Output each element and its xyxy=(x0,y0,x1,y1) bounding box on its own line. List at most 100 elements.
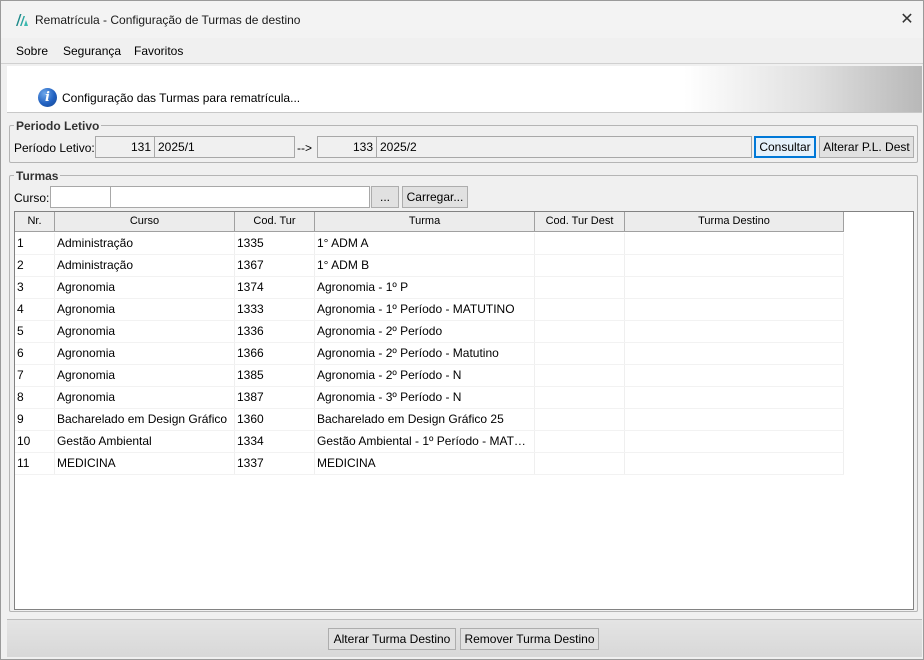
cell-cod-tur: 1374 xyxy=(235,277,315,298)
cell-turma-destino[interactable] xyxy=(625,387,844,408)
cell-cod-tur-dest[interactable] xyxy=(535,321,625,342)
periodo-letivo-label: Período Letivo: xyxy=(14,141,95,155)
table-row[interactable]: 8 Agronomia 1387 Agronomia - 3º Período - N xyxy=(15,387,844,409)
cell-turma-destino[interactable] xyxy=(625,255,844,276)
table-row[interactable]: 6 Agronomia 1366 Agronomia - 2º Período - M… xyxy=(15,343,844,365)
cell-nr: 2 xyxy=(15,255,55,276)
cell-cod-tur-dest[interactable] xyxy=(535,277,625,298)
cell-turma-destino[interactable] xyxy=(625,431,844,452)
info-icon: i xyxy=(38,88,57,107)
cell-curso: Agronomia xyxy=(55,343,235,364)
cell-curso: Agronomia xyxy=(55,387,235,408)
cell-cod-tur: 1336 xyxy=(235,321,315,342)
source-period-name-field[interactable]: 2025/1 xyxy=(154,136,295,158)
cell-curso: Agronomia xyxy=(55,277,235,298)
cell-turma: Gestão Ambiental - 1º Período - MATUTINO xyxy=(315,431,535,452)
turmas-grid[interactable]: Nr. Curso Cod. Tur Turma Cod. Tur Dest T… xyxy=(14,211,914,610)
cell-nr: 7 xyxy=(15,365,55,386)
title-bar: Rematrícula - Configuração de Turmas de … xyxy=(1,1,923,38)
cell-turma: 1° ADM B xyxy=(315,255,535,276)
cell-curso: Agronomia xyxy=(55,299,235,320)
cell-turma: Agronomia - 2º Período xyxy=(315,321,535,342)
cell-nr: 10 xyxy=(15,431,55,452)
grid-header: Nr. Curso Cod. Tur Turma Cod. Tur Dest T… xyxy=(15,212,844,232)
table-row[interactable]: 7 Agronomia 1385 Agronomia - 2º Período - N xyxy=(15,365,844,387)
cell-turma-destino[interactable] xyxy=(625,233,844,254)
table-row[interactable]: 10 Gestão Ambiental 1334 Gestão Ambiental -… xyxy=(15,431,844,453)
banner-text: Configuração das Turmas para rematrícula… xyxy=(62,91,301,105)
cell-cod-tur-dest[interactable] xyxy=(535,255,625,276)
cell-cod-tur: 1334 xyxy=(235,431,315,452)
cell-cod-tur: 1337 xyxy=(235,453,315,474)
cell-turma-destino[interactable] xyxy=(625,409,844,430)
source-period-code-field[interactable]: 131 xyxy=(95,136,155,158)
column-header-cod-tur[interactable]: Cod. Tur xyxy=(235,212,315,232)
cell-turma-destino[interactable] xyxy=(625,321,844,342)
cell-cod-tur-dest[interactable] xyxy=(535,431,625,452)
cell-cod-tur: 1387 xyxy=(235,387,315,408)
cell-nr: 8 xyxy=(15,387,55,408)
period-arrow: --> xyxy=(297,141,312,155)
cell-turma: Agronomia - 1º Período - MATUTINO xyxy=(315,299,535,320)
cell-cod-tur-dest[interactable] xyxy=(535,233,625,254)
cell-nr: 4 xyxy=(15,299,55,320)
cell-turma-destino[interactable] xyxy=(625,343,844,364)
cell-turma: MEDICINA xyxy=(315,453,535,474)
curso-label: Curso: xyxy=(14,191,50,205)
window-title: Rematrícula - Configuração de Turmas de … xyxy=(35,13,301,27)
menu-sobre[interactable]: Sobre xyxy=(16,44,48,58)
table-row[interactable]: 4 Agronomia 1333 Agronomia - 1º Período - M… xyxy=(15,299,844,321)
dest-period-name-field[interactable]: 2025/2 xyxy=(376,136,752,158)
table-row[interactable]: 3 Agronomia 1374 Agronomia - 1º P xyxy=(15,277,844,299)
cell-turma: Agronomia - 2º Período - N xyxy=(315,365,535,386)
cell-cod-tur-dest[interactable] xyxy=(535,299,625,320)
cell-curso: Gestão Ambiental xyxy=(55,431,235,452)
cell-nr: 6 xyxy=(15,343,55,364)
cell-turma: Agronomia - 2º Período - Matutino xyxy=(315,343,535,364)
turmas-legend: Turmas xyxy=(14,169,61,183)
cell-cod-tur-dest[interactable] xyxy=(535,387,625,408)
menu-favoritos[interactable]: Favoritos xyxy=(134,44,183,58)
menu-seguranca[interactable]: Segurança xyxy=(63,44,121,58)
alterar-pl-dest-button[interactable]: Alterar P.L. Dest xyxy=(819,136,914,158)
footer-bar: Alterar Turma Destino Remover Turma Dest… xyxy=(7,619,922,657)
close-button[interactable]: ✕ xyxy=(897,11,917,29)
cell-curso: Agronomia xyxy=(55,321,235,342)
menu-bar: Sobre Segurança Favoritos xyxy=(1,38,923,64)
app-logo-icon xyxy=(16,14,28,26)
cell-cod-tur-dest[interactable] xyxy=(535,365,625,386)
remover-turma-destino-button[interactable]: Remover Turma Destino xyxy=(460,628,599,650)
grid-body: 1 Administração 1335 1° ADM A 2 Administraçã… xyxy=(15,233,844,475)
table-row[interactable]: 5 Agronomia 1336 Agronomia - 2º Período xyxy=(15,321,844,343)
cell-cod-tur: 1366 xyxy=(235,343,315,364)
cell-cod-tur-dest[interactable] xyxy=(535,343,625,364)
table-row[interactable]: 9 Bacharelado em Design Gráfico 1360 Bachar… xyxy=(15,409,844,431)
column-header-turma-destino[interactable]: Turma Destino xyxy=(625,212,844,232)
periodo-letivo-legend: Periodo Letivo xyxy=(14,119,102,133)
cell-turma-destino[interactable] xyxy=(625,365,844,386)
consultar-button[interactable]: Consultar xyxy=(754,136,816,158)
cell-turma-destino[interactable] xyxy=(625,299,844,320)
column-header-turma[interactable]: Turma xyxy=(315,212,535,232)
info-banner: i Configuração das Turmas para rematrícu… xyxy=(7,66,922,113)
cell-nr: 11 xyxy=(15,453,55,474)
table-row[interactable]: 1 Administração 1335 1° ADM A xyxy=(15,233,844,255)
cell-cod-tur-dest[interactable] xyxy=(535,453,625,474)
table-row[interactable]: 2 Administração 1367 1° ADM B xyxy=(15,255,844,277)
browse-curso-button[interactable]: ... xyxy=(371,186,399,208)
close-icon: ✕ xyxy=(900,11,914,28)
dest-period-code-field[interactable]: 133 xyxy=(317,136,377,158)
cell-turma: Bacharelado em Design Gráfico 25 xyxy=(315,409,535,430)
carregar-button[interactable]: Carregar... xyxy=(402,186,468,208)
column-header-nr[interactable]: Nr. xyxy=(15,212,55,232)
column-header-curso[interactable]: Curso xyxy=(55,212,235,232)
curso-name-input[interactable] xyxy=(110,186,370,208)
column-header-cod-tur-dest[interactable]: Cod. Tur Dest xyxy=(535,212,625,232)
cell-turma-destino[interactable] xyxy=(625,277,844,298)
curso-code-input[interactable] xyxy=(50,186,111,208)
table-row[interactable]: 11 MEDICINA 1337 MEDICINA xyxy=(15,453,844,475)
cell-cod-tur-dest[interactable] xyxy=(535,409,625,430)
alterar-turma-destino-button[interactable]: Alterar Turma Destino xyxy=(328,628,456,650)
cell-turma-destino[interactable] xyxy=(625,453,844,474)
cell-cod-tur: 1385 xyxy=(235,365,315,386)
